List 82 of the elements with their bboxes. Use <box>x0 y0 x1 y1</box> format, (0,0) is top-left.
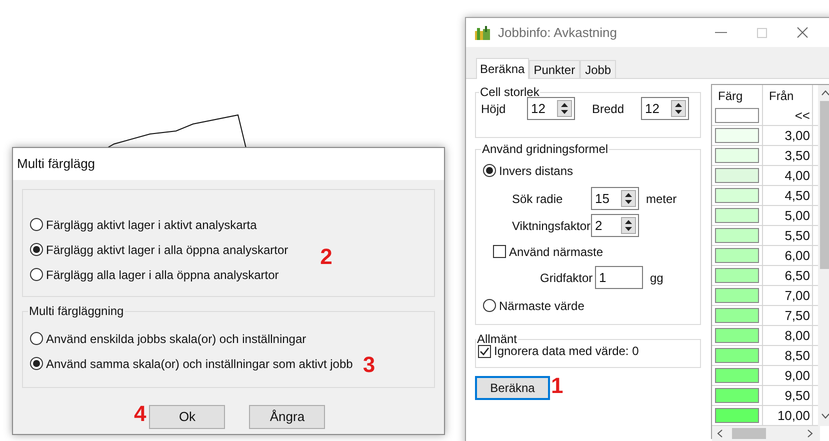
close-icon[interactable] <box>797 27 808 38</box>
spin-arrows-icon[interactable] <box>557 100 572 117</box>
number-field[interactable]: 12 <box>527 97 575 120</box>
radio-option[interactable]: Färglägg aktivt lager i alla öppna analyskartor <box>30 240 288 258</box>
table-cell: 8,50 <box>763 346 813 365</box>
unit-label: meter <box>646 190 677 208</box>
maximize-icon[interactable] <box>757 28 767 38</box>
checkbox-option[interactable]: Använd närmaste <box>493 242 604 260</box>
ok-button[interactable]: Ok <box>149 405 226 429</box>
color-swatch[interactable] <box>715 248 759 263</box>
column-header[interactable]: Färg <box>712 85 763 106</box>
group-title: Använd gridningsformel <box>481 141 610 158</box>
app-icon <box>474 24 492 40</box>
table-cell: 9,50 <box>763 386 813 405</box>
table-cell: << <box>763 106 813 125</box>
scroll-down-icon[interactable] <box>820 412 829 420</box>
table-cell: 3,00 <box>763 126 813 145</box>
color-swatch[interactable] <box>715 328 759 343</box>
color-swatch[interactable] <box>715 268 759 283</box>
table-cell: 5,50 <box>763 226 813 245</box>
radio-option[interactable]: Använd samma skala(or) och inställningar som aktivt jobb <box>30 354 353 372</box>
color-swatch[interactable] <box>715 388 759 403</box>
calculate-button[interactable]: Beräkna <box>475 376 550 400</box>
color-swatch[interactable] <box>715 408 759 423</box>
table-cell: 7,50 <box>763 306 813 325</box>
spin-arrows-icon[interactable] <box>671 100 686 117</box>
color-swatch[interactable] <box>715 108 759 123</box>
table-cell: 4,50 <box>763 186 813 205</box>
tab[interactable]: Punkter <box>528 60 580 78</box>
color-swatch[interactable] <box>715 368 759 383</box>
color-swatch[interactable] <box>715 208 759 223</box>
table-cell: 4,00 <box>763 166 813 185</box>
scroll-right-icon[interactable] <box>806 429 814 438</box>
step-number: 3 <box>362 354 376 376</box>
color-swatch[interactable] <box>715 148 759 163</box>
cancel-button[interactable]: Ångra <box>249 405 326 429</box>
table-cell: 6,00 <box>763 246 813 265</box>
unit-label: gg <box>650 270 664 286</box>
step-number: 4 <box>134 403 146 425</box>
table-cell: 9,00 <box>763 366 813 385</box>
spin-arrows-icon[interactable] <box>621 190 636 207</box>
color-swatch[interactable] <box>715 168 759 183</box>
radio-option[interactable]: Använd enskilda jobbs skala(or) och inställningar <box>30 330 306 348</box>
number-field[interactable]: 1 <box>595 266 643 289</box>
field-label: Gridfaktor <box>540 270 591 286</box>
vertical-scrollbar[interactable] <box>818 85 829 426</box>
spin-arrows-icon[interactable] <box>621 217 636 234</box>
window-title: Multi färglägg <box>17 155 96 174</box>
table-cell: 7,00 <box>763 286 813 305</box>
scroll-left-icon[interactable] <box>716 429 724 438</box>
field-label: Höjd <box>481 100 507 118</box>
step-number: 1 <box>551 375 564 397</box>
window-title: Jobbinfo: Avkastning <box>498 24 618 42</box>
field-label: Bredd <box>592 100 626 118</box>
color-swatch[interactable] <box>715 128 759 143</box>
number-field[interactable]: 12 <box>641 97 689 120</box>
step-number: 2 <box>320 246 332 268</box>
horizontal-scrollbar[interactable] <box>712 426 820 441</box>
table-cell: 8,00 <box>763 326 813 345</box>
radio-option[interactable]: Färglägg alla lager i alla öppna analyskartor <box>30 266 279 284</box>
field-label: Sök radie <box>512 190 564 208</box>
table-cell: 10,00 <box>763 406 813 425</box>
number-field[interactable]: 15 <box>591 187 639 210</box>
scroll-up-icon[interactable] <box>820 89 829 97</box>
color-swatch[interactable] <box>715 348 759 363</box>
color-swatch[interactable] <box>715 308 759 323</box>
color-swatch[interactable] <box>715 288 759 303</box>
number-field[interactable]: 2 <box>591 214 639 237</box>
column-header[interactable]: Från <box>763 85 813 106</box>
tab[interactable]: Beräkna <box>476 58 529 79</box>
radio-option[interactable]: Färglägg aktivt lager i aktivt analyskarta <box>30 216 257 234</box>
group-title: Multi färgläggning <box>28 303 125 320</box>
table-cell: 6,50 <box>763 266 813 285</box>
field-label: Viktningsfaktor <box>512 218 591 234</box>
table-cell: 5,00 <box>763 206 813 225</box>
checkmark-icon <box>479 346 490 356</box>
tab[interactable]: Jobb <box>580 60 616 78</box>
color-swatch[interactable] <box>715 228 759 243</box>
color-swatch[interactable] <box>715 188 759 203</box>
radio-option[interactable]: Närmaste värde <box>483 296 584 314</box>
table-cell: 3,50 <box>763 146 813 165</box>
radio-option[interactable]: Invers distans <box>483 162 574 180</box>
